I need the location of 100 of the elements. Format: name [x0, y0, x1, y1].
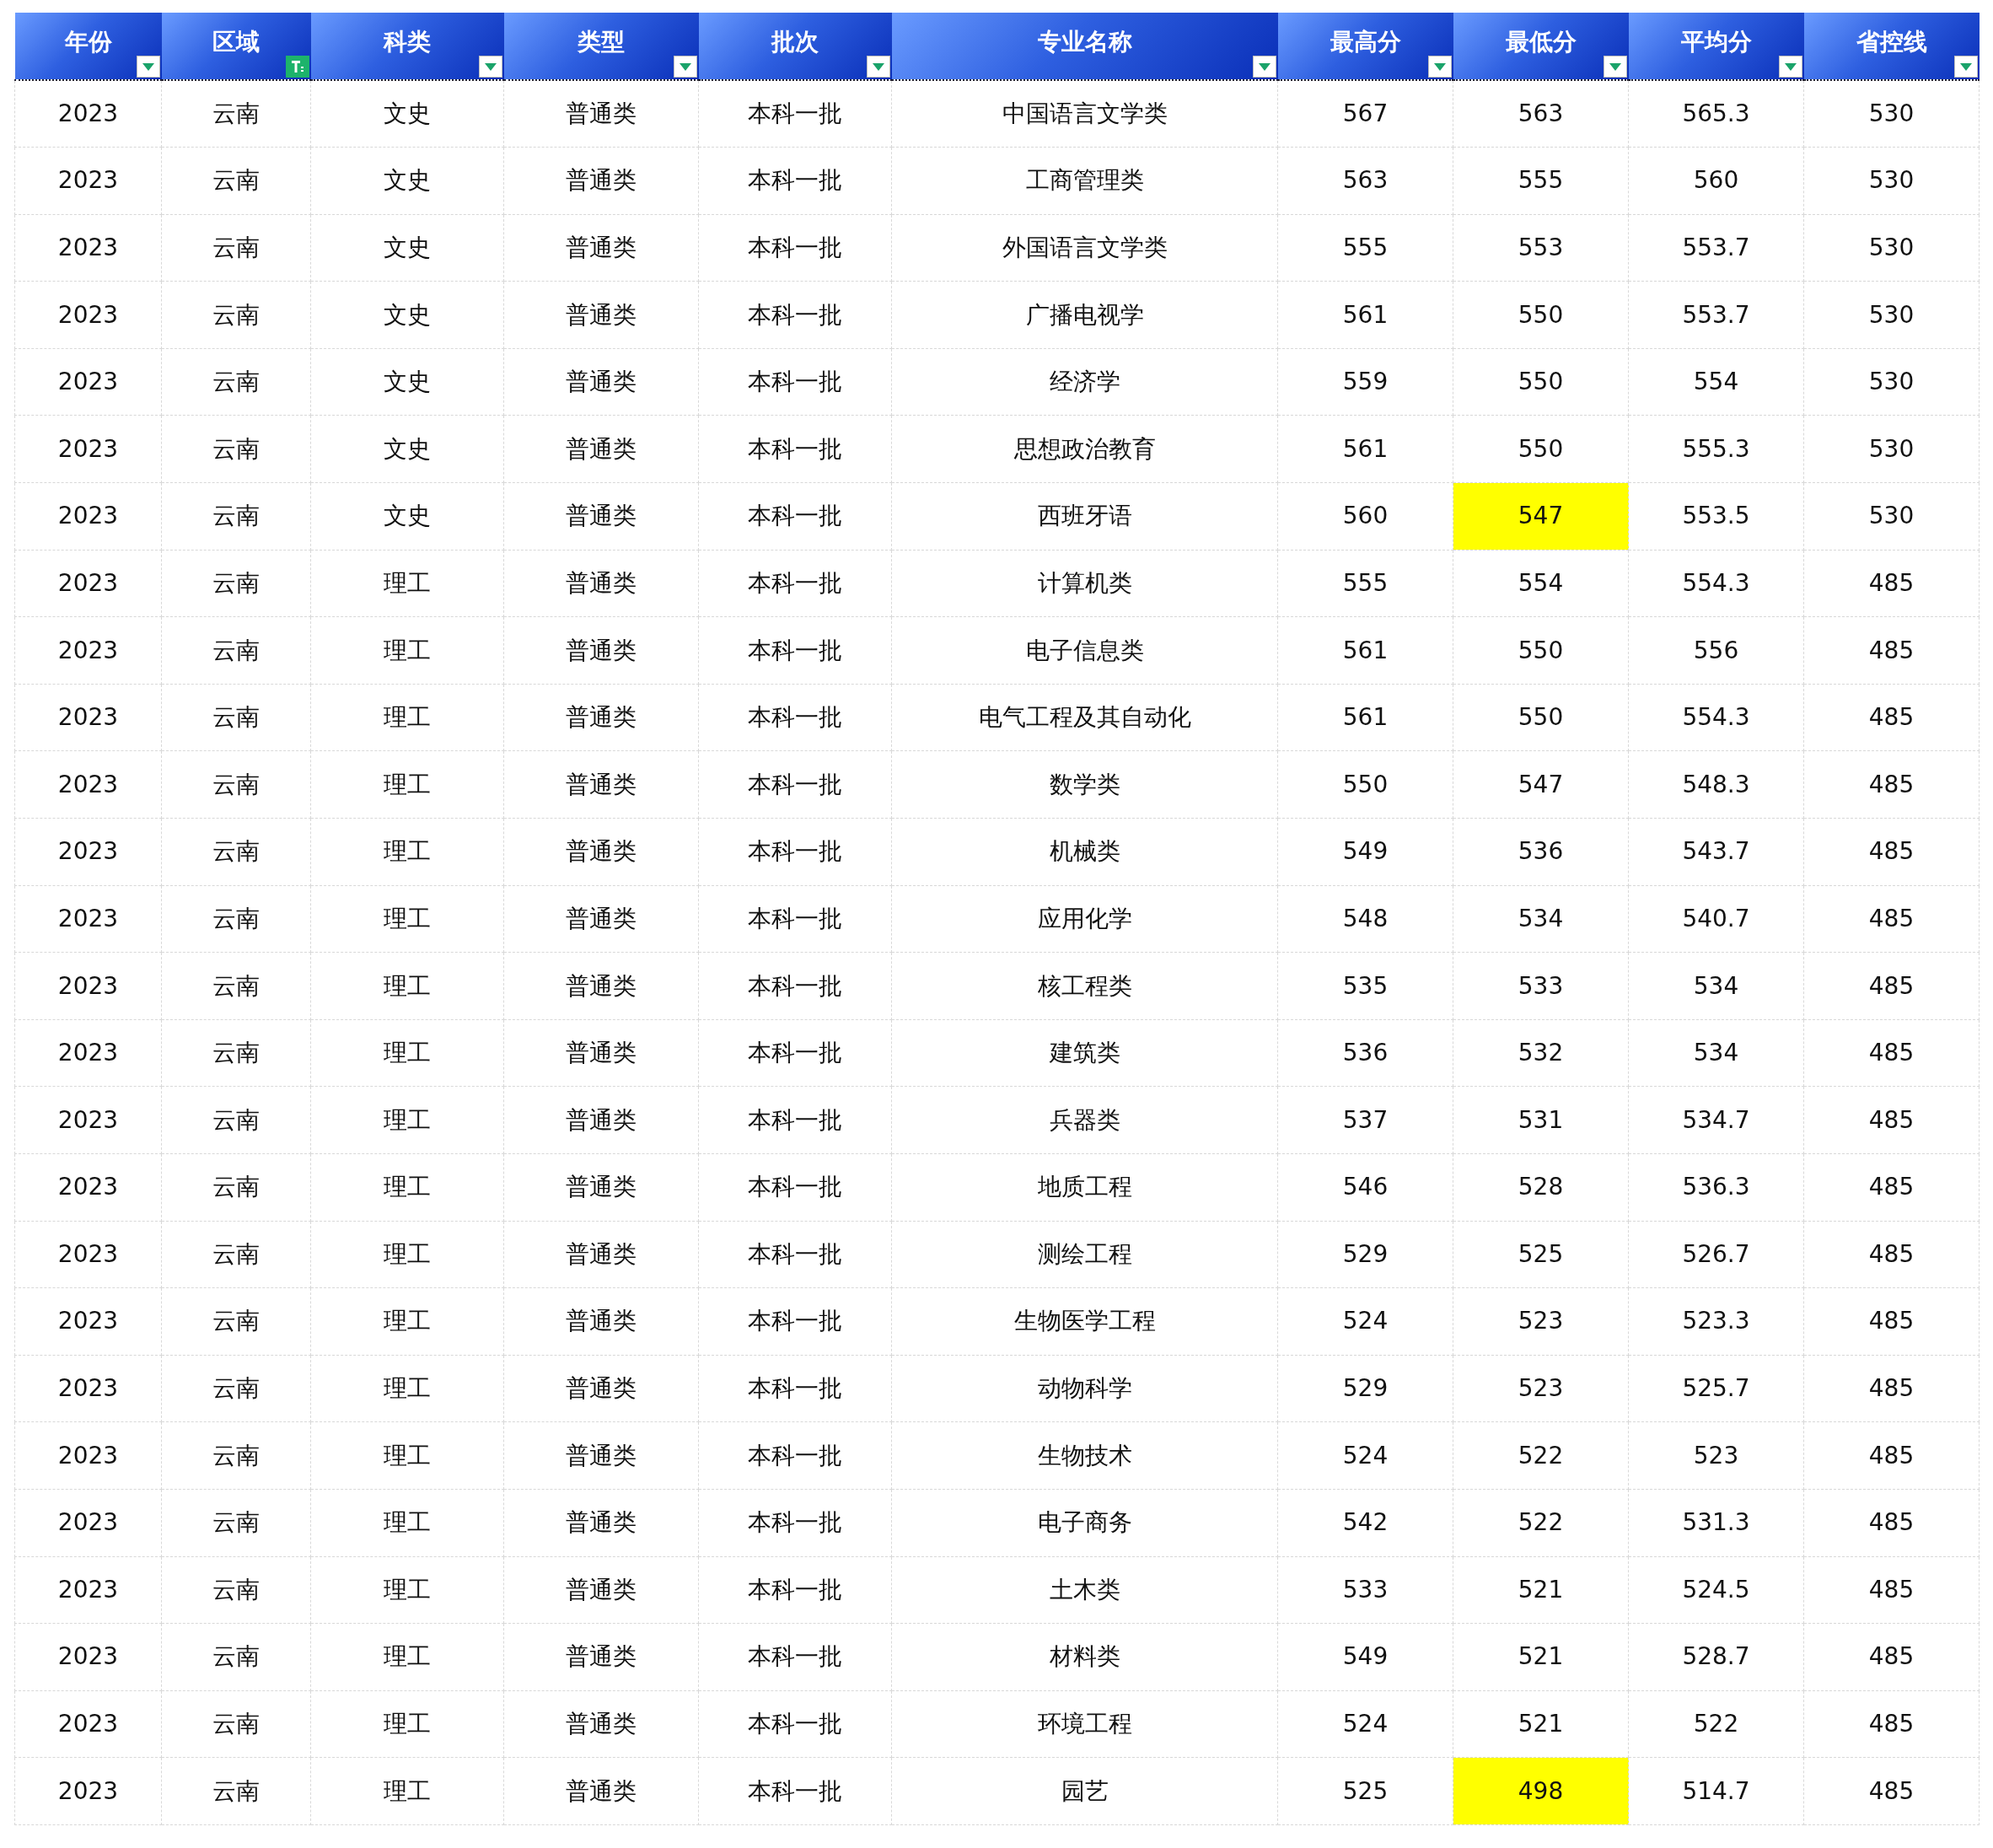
table-cell: 本科一批	[698, 1690, 892, 1758]
table-cell: 普通类	[503, 1355, 699, 1422]
table-cell: 526.7	[1628, 1221, 1804, 1288]
table-cell: 电子信息类	[891, 616, 1278, 685]
table-cell: 543.7	[1628, 818, 1804, 886]
table-cell: 524	[1277, 1421, 1453, 1490]
table-cell: 2023	[14, 1019, 162, 1087]
table-cell: 525.7	[1628, 1355, 1804, 1422]
table-cell: 电气工程及其自动化	[891, 684, 1278, 751]
table-cell: 550	[1453, 684, 1629, 751]
table-cell: 523	[1628, 1421, 1804, 1490]
column-header: 区域	[212, 26, 260, 57]
table-cell: 536	[1453, 818, 1629, 886]
table-cell: 本科一批	[698, 1421, 892, 1490]
filter-dropdown-button[interactable]	[1953, 56, 1978, 78]
table-cell: 485	[1803, 1086, 1980, 1154]
table-cell: 云南	[161, 1086, 311, 1154]
table-cell: 2023	[14, 616, 162, 685]
table-cell: 普通类	[503, 348, 699, 416]
table-cell: 485	[1803, 1690, 1980, 1758]
table-cell: 机械类	[891, 818, 1278, 886]
table-cell: 553	[1453, 214, 1629, 282]
table-cell: 550	[1453, 348, 1629, 416]
caret-icon	[1433, 62, 1446, 71]
table-cell: 2023	[14, 1421, 162, 1490]
table-cell: 561	[1277, 616, 1453, 685]
filter-dropdown-button[interactable]	[866, 56, 890, 78]
table-cell: 2023	[14, 885, 162, 953]
table-cell: 553.7	[1628, 214, 1804, 282]
table-cell: 530	[1803, 482, 1980, 551]
table-cell: 普通类	[503, 885, 699, 953]
column-header: 批次	[771, 26, 819, 57]
table-cell: 电子商务	[891, 1489, 1278, 1557]
table-cell: 理工	[310, 1019, 504, 1087]
table-cell: 553.7	[1628, 281, 1804, 349]
table-cell: 理工	[310, 616, 504, 685]
table-cell: 中国语言文学类	[891, 80, 1278, 148]
table-cell: 485	[1803, 1287, 1980, 1356]
table-cell: 普通类	[503, 1019, 699, 1087]
table-cell: 文史	[310, 214, 504, 282]
table-cell: 本科一批	[698, 885, 892, 953]
table-cell: 普通类	[503, 1623, 699, 1691]
table-cell: 经济学	[891, 348, 1278, 416]
table-cell: 2023	[14, 147, 162, 215]
table-cell: 524	[1277, 1287, 1453, 1356]
table-cell: 本科一批	[698, 281, 892, 349]
caret-icon	[679, 62, 691, 71]
table-cell: 普通类	[503, 1757, 699, 1825]
table-cell: 2023	[14, 1153, 162, 1222]
table-cell: 546	[1277, 1153, 1453, 1222]
table-cell: 文史	[310, 80, 504, 148]
filter-dropdown-button[interactable]	[1603, 56, 1627, 78]
table-cell: 567	[1277, 80, 1453, 148]
table-cell: 普通类	[503, 1153, 699, 1222]
table-cell: 530	[1803, 147, 1980, 215]
table-cell: 普通类	[503, 214, 699, 282]
caret-icon	[1258, 62, 1270, 71]
caret-icon	[872, 62, 884, 71]
table-cell: 理工	[310, 750, 504, 819]
table-cell: 云南	[161, 214, 311, 282]
table-cell: 本科一批	[698, 1287, 892, 1356]
table-cell: 西班牙语	[891, 482, 1278, 551]
caret-icon	[1784, 62, 1797, 71]
table-cell: 524.5	[1628, 1556, 1804, 1624]
table-cell: 生物技术	[891, 1421, 1278, 1490]
filter-dropdown-button[interactable]	[673, 56, 697, 78]
table-cell: 云南	[161, 1623, 311, 1691]
table-cell: 2023	[14, 415, 162, 483]
table-cell: 514.7	[1628, 1757, 1804, 1825]
table-cell: 550	[1453, 616, 1629, 685]
filter-dropdown-button[interactable]	[1778, 56, 1802, 78]
filter-active-button[interactable]	[285, 56, 309, 78]
table-cell: 本科一批	[698, 415, 892, 483]
filter-dropdown-button[interactable]	[1427, 56, 1452, 78]
filter-dropdown-button[interactable]	[136, 56, 160, 78]
table-cell: 560	[1628, 147, 1804, 215]
table-cell: 521	[1453, 1623, 1629, 1691]
table-cell: 485	[1803, 1019, 1980, 1087]
table-cell: 云南	[161, 616, 311, 685]
table-cell: 理工	[310, 1757, 504, 1825]
table-cell: 542	[1277, 1489, 1453, 1557]
table-cell: 549	[1277, 1623, 1453, 1691]
table-cell: 数学类	[891, 750, 1278, 819]
table-cell: 533	[1277, 1556, 1453, 1624]
table-cell: 理工	[310, 1421, 504, 1490]
table-cell: 普通类	[503, 1489, 699, 1557]
table-cell: 外国语言文学类	[891, 214, 1278, 282]
filter-dropdown-button[interactable]	[1252, 56, 1276, 78]
filter-dropdown-button[interactable]	[478, 56, 502, 78]
table-cell: 云南	[161, 1019, 311, 1087]
table-cell: 普通类	[503, 1421, 699, 1490]
table-cell: 建筑类	[891, 1019, 1278, 1087]
table-cell: 485	[1803, 750, 1980, 819]
table-cell: 理工	[310, 1153, 504, 1222]
table-cell: 548	[1277, 885, 1453, 953]
table-cell: 554	[1628, 348, 1804, 416]
filter-icon	[289, 59, 305, 74]
table-cell: 普通类	[503, 1086, 699, 1154]
table-cell: 云南	[161, 1757, 311, 1825]
table-cell: 文史	[310, 281, 504, 349]
